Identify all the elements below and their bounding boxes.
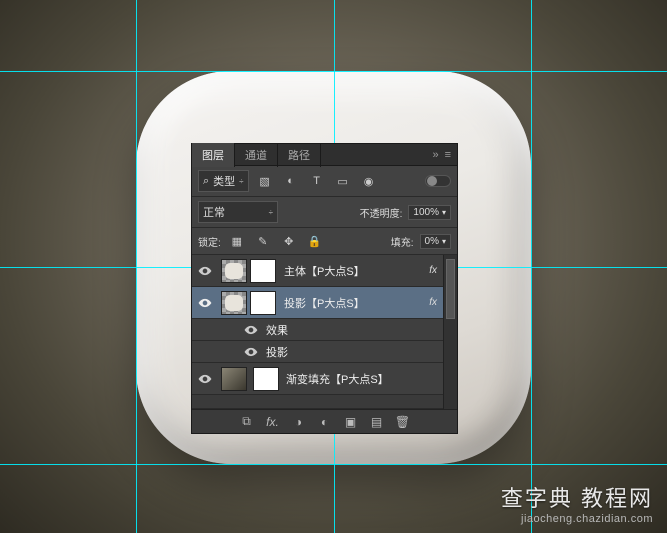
panel-bottom-toolbar: ⧉ fx. ◑ ◐ ▣ ▤ 🗑 <box>192 409 457 433</box>
scrollbar-thumb[interactable] <box>446 259 455 319</box>
panel-tabs: 图层 通道 路径 » ≡ <box>192 144 457 166</box>
filter-type-select[interactable]: ⌕ 类型 ÷ <box>198 170 249 192</box>
layer-name[interactable]: 主体【P大点S】 <box>280 263 429 279</box>
lock-position-icon[interactable]: ✥ <box>279 232 299 250</box>
effect-name: 投影 <box>262 344 453 360</box>
blend-mode-select[interactable]: 正常 ÷ <box>198 201 278 223</box>
fill-label: 填充: <box>391 234 414 249</box>
fill-value: 0% <box>425 236 439 247</box>
filter-row: ⌕ 类型 ÷ ▧ ◐ T ▭ ◉ <box>192 166 457 197</box>
layer-name[interactable]: 渐变填充【P大点S】 <box>282 371 453 387</box>
filter-smart-icon[interactable]: ◉ <box>359 172 379 190</box>
layers-list: 主体【P大点S】 fx ▸ 投影【P大点S】 fx ▾ 效果 投影 <box>192 255 457 409</box>
fx-indicator[interactable]: fx <box>429 265 437 276</box>
chevron-down-icon: ▾ <box>442 237 446 246</box>
new-layer-icon[interactable]: ▤ <box>369 415 385 429</box>
layers-panel: 图层 通道 路径 » ≡ ⌕ 类型 ÷ ▧ ◐ T ▭ ◉ 正常 ÷ 不透明度:… <box>191 143 458 434</box>
fill-input[interactable]: 0% ▾ <box>420 234 451 249</box>
eye-icon <box>198 296 212 310</box>
eye-icon <box>244 323 258 337</box>
tab-paths[interactable]: 路径 <box>278 143 321 167</box>
visibility-toggle[interactable] <box>240 345 262 359</box>
filter-adjust-icon[interactable]: ◐ <box>281 172 301 190</box>
visibility-toggle[interactable] <box>192 264 218 278</box>
chevron-down-icon: ÷ <box>269 208 273 217</box>
filter-shape-icon[interactable]: ▭ <box>333 172 353 190</box>
filter-pixel-icon[interactable]: ▧ <box>255 172 275 190</box>
chevron-down-icon: ▾ <box>442 208 446 217</box>
filter-type-label: 类型 <box>213 173 235 189</box>
layers-scrollbar[interactable] <box>443 255 457 409</box>
tab-layers[interactable]: 图层 <box>192 143 235 167</box>
blend-row: 正常 ÷ 不透明度: 100% ▾ <box>192 197 457 228</box>
layer-mask-thumbnail[interactable] <box>250 259 276 283</box>
add-adjustment-icon[interactable]: ◐ <box>317 415 333 429</box>
delete-layer-icon[interactable]: 🗑 <box>395 415 411 429</box>
filter-toggle-knob <box>427 176 437 186</box>
add-fx-icon[interactable]: fx. <box>265 415 281 429</box>
chevron-down-icon: ÷ <box>239 177 243 186</box>
opacity-label: 不透明度: <box>360 205 403 220</box>
new-group-icon[interactable]: ▣ <box>343 415 359 429</box>
layer-row[interactable]: 主体【P大点S】 fx ▸ <box>192 255 457 287</box>
lock-transparency-icon[interactable]: ▦ <box>227 232 247 250</box>
layers-empty-space <box>192 395 457 409</box>
eye-icon <box>244 345 258 359</box>
lock-paint-icon[interactable]: ✎ <box>253 232 273 250</box>
guide-vertical-1 <box>136 0 137 533</box>
filter-text-icon[interactable]: T <box>307 172 327 190</box>
lock-row: 锁定: ▦ ✎ ✥ 🔒 填充: 0% ▾ <box>192 228 457 255</box>
fx-indicator[interactable]: fx <box>429 297 437 308</box>
effects-label: 效果 <box>262 322 453 338</box>
panel-menu-icon[interactable]: ≡ <box>445 149 451 161</box>
visibility-toggle[interactable] <box>192 372 218 386</box>
visibility-toggle[interactable] <box>192 296 218 310</box>
visibility-toggle[interactable] <box>240 323 262 337</box>
watermark: 查字典 教程网 jiaocheng.chazidian.com <box>501 481 653 525</box>
search-icon: ⌕ <box>203 175 209 188</box>
layer-thumbnail[interactable] <box>221 367 247 391</box>
tab-channels[interactable]: 通道 <box>235 143 278 167</box>
watermark-url: jiaocheng.chazidian.com <box>501 513 653 525</box>
opacity-input[interactable]: 100% ▾ <box>408 205 451 220</box>
layer-mask-thumbnail[interactable] <box>250 291 276 315</box>
watermark-title: 查字典 教程网 <box>501 481 653 513</box>
layer-effects-header[interactable]: 效果 <box>192 319 457 341</box>
lock-label: 锁定: <box>198 234 221 249</box>
add-mask-icon[interactable]: ◑ <box>291 415 307 429</box>
opacity-value: 100% <box>413 207 439 218</box>
eye-icon <box>198 264 212 278</box>
lock-all-icon[interactable]: 🔒 <box>305 232 325 250</box>
layer-mask-thumbnail[interactable] <box>253 367 279 391</box>
eye-icon <box>198 372 212 386</box>
layer-effect-item[interactable]: 投影 <box>192 341 457 363</box>
collapse-icon[interactable]: » <box>432 149 438 161</box>
link-layers-icon[interactable]: ⧉ <box>239 414 255 429</box>
layer-thumbnail[interactable] <box>221 259 247 283</box>
layer-name[interactable]: 投影【P大点S】 <box>280 295 429 311</box>
guide-vertical-3 <box>531 0 532 533</box>
layer-row[interactable]: 投影【P大点S】 fx ▾ <box>192 287 457 319</box>
blend-mode-value: 正常 <box>203 204 225 220</box>
filter-toggle[interactable] <box>425 175 451 187</box>
layer-row[interactable]: 渐变填充【P大点S】 <box>192 363 457 395</box>
layer-thumbnail[interactable] <box>221 291 247 315</box>
